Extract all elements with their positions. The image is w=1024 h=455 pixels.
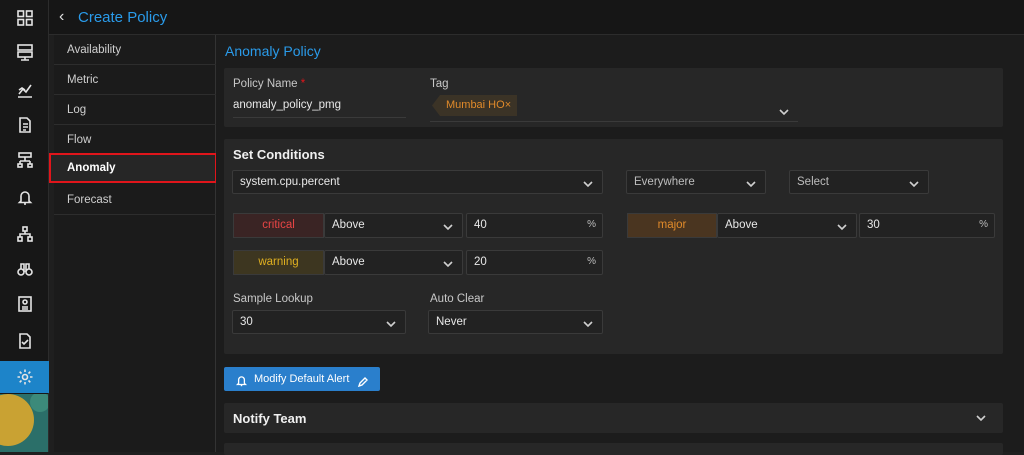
report-icon[interactable]: [0, 288, 49, 320]
major-operator-value: Above: [725, 219, 758, 231]
user-avatar[interactable]: [0, 394, 48, 452]
percent-unit: %: [587, 256, 596, 267]
server-icon[interactable]: [0, 36, 49, 68]
major-operator-select[interactable]: Above: [717, 213, 857, 238]
bell-icon[interactable]: [0, 181, 49, 213]
critical-severity-label: critical: [233, 213, 324, 238]
chevron-down-icon: [745, 176, 757, 188]
topology-icon[interactable]: [0, 218, 49, 250]
subnav-item-availability[interactable]: Availability: [54, 35, 216, 65]
binoculars-icon[interactable]: [0, 253, 49, 285]
sample-lookup-label: Sample Lookup: [233, 293, 313, 305]
major-threshold-input[interactable]: 30%: [859, 213, 995, 238]
warning-threshold-value: 20: [474, 256, 487, 268]
settings-gear-icon[interactable]: [0, 361, 49, 393]
auto-clear-value: Never: [436, 316, 467, 328]
chevron-down-icon: [442, 256, 454, 268]
chevron-down-icon: [582, 316, 594, 328]
network-flow-icon[interactable]: [0, 144, 49, 176]
instance-select[interactable]: Select: [789, 170, 929, 194]
scope-select[interactable]: Everywhere: [626, 170, 766, 194]
tag-chip-label: Mumbai HO: [446, 99, 505, 111]
document-icon[interactable]: [0, 109, 49, 141]
notify-team-title: Notify Team: [233, 411, 307, 426]
chevron-down-icon: [836, 219, 848, 231]
chevron-down-icon: [385, 316, 397, 328]
warning-severity-label: warning: [233, 250, 324, 275]
set-conditions-title: Set Conditions: [233, 147, 325, 162]
notify-team-panel[interactable]: [224, 403, 1003, 433]
tag-chip: Mumbai HO×: [432, 95, 518, 116]
bell-icon: [235, 372, 248, 396]
percent-unit: %: [979, 219, 988, 230]
instance-select-value: Select: [797, 176, 829, 188]
modify-default-alert-button[interactable]: Modify Default Alert: [224, 367, 380, 391]
top-bar: ‹ Create Policy: [49, 0, 1024, 35]
chevron-down-icon: [442, 219, 454, 231]
auto-clear-label: Auto Clear: [430, 293, 485, 305]
major-severity-label: major: [627, 213, 717, 238]
critical-threshold-value: 40: [474, 219, 487, 231]
policy-type-nav: Availability Metric Log Flow Anomaly For…: [49, 35, 217, 452]
subnav-item-forecast[interactable]: Forecast: [54, 185, 216, 215]
next-section-panel: [224, 443, 1003, 455]
subnav-item-metric[interactable]: Metric: [54, 65, 216, 95]
chevron-down-icon: [582, 176, 594, 188]
sample-lookup-value: 30: [240, 316, 253, 328]
chevron-down-icon: [908, 176, 920, 188]
warning-threshold-input[interactable]: 20%: [466, 250, 603, 275]
scope-select-value: Everywhere: [634, 176, 695, 188]
back-chevron-icon[interactable]: ‹: [59, 9, 73, 25]
warning-operator-select[interactable]: Above: [324, 250, 463, 275]
chevron-down-icon: [778, 104, 790, 116]
page-header-title: Create Policy: [78, 9, 168, 26]
dashboard-icon[interactable]: [0, 2, 49, 34]
auto-clear-select[interactable]: Never: [428, 310, 603, 334]
percent-unit: %: [587, 219, 596, 230]
critical-threshold-input[interactable]: 40%: [466, 213, 603, 238]
major-threshold-value: 30: [867, 219, 880, 231]
tag-label: Tag: [430, 78, 449, 90]
tag-remove-icon[interactable]: ×: [505, 99, 511, 111]
subnav-item-anomaly[interactable]: Anomaly: [49, 153, 217, 183]
critical-operator-value: Above: [332, 219, 365, 231]
subnav-item-log[interactable]: Log: [54, 95, 216, 125]
metric-select-value: system.cpu.percent: [240, 176, 340, 188]
chevron-down-icon[interactable]: [975, 412, 987, 424]
policy-name-label: Policy Name *: [233, 78, 306, 90]
checklist-icon[interactable]: [0, 325, 49, 357]
icon-rail: [0, 0, 49, 452]
metrics-chart-icon[interactable]: [0, 74, 49, 106]
policy-name-input[interactable]: anomaly_policy_pmg: [233, 94, 406, 118]
metric-select[interactable]: system.cpu.percent: [232, 170, 603, 194]
modify-default-alert-label: Modify Default Alert: [254, 373, 350, 385]
subnav-item-flow[interactable]: Flow: [54, 125, 216, 155]
critical-operator-select[interactable]: Above: [324, 213, 463, 238]
warning-operator-value: Above: [332, 256, 365, 268]
sample-lookup-select[interactable]: 30: [232, 310, 406, 334]
pencil-icon: [357, 373, 369, 397]
page-title: Anomaly Policy: [225, 43, 321, 59]
